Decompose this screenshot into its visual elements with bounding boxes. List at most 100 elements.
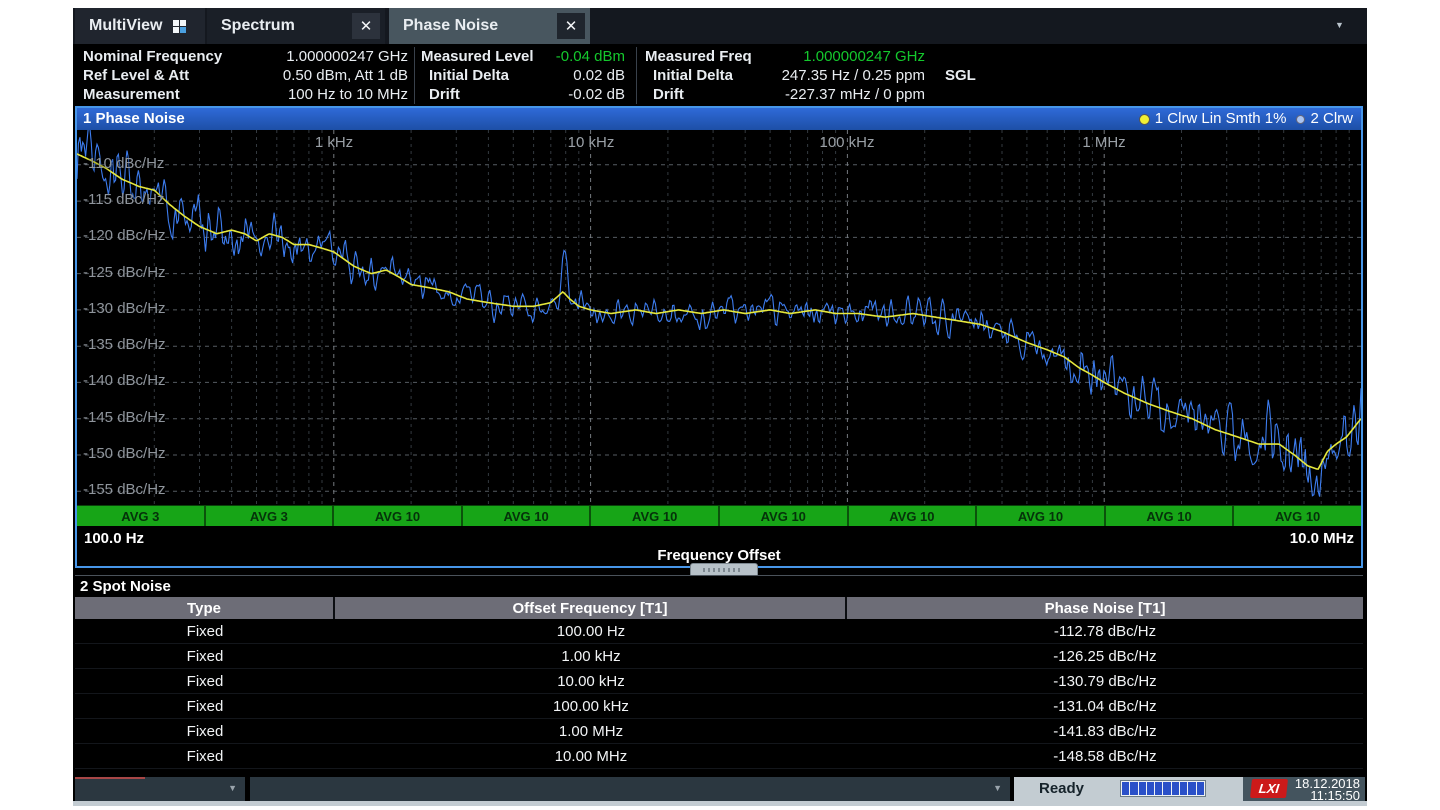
trace-1-label: 1 Clrw Lin Smth 1% (1155, 108, 1287, 130)
spot-noise-table-cell: 100.00 Hz (335, 619, 847, 643)
spot-noise-table-cell: Fixed (75, 694, 335, 718)
y-axis-label: -130 dBc/Hz (83, 300, 166, 317)
spot-noise-table-cell: -148.58 dBc/Hz (847, 744, 1363, 768)
single-sweep-badge: SGL (945, 66, 976, 85)
tab-phase-noise[interactable]: Phase Noise ✕ (389, 8, 590, 44)
phase-noise-window: 1 Phase Noise 1 Clrw Lin Smth 1% 2 Clrw … (75, 106, 1363, 568)
spot-noise-table-body: Fixed100.00 Hz-112.78 dBc/HzFixed1.00 kH… (75, 619, 1363, 769)
spot-noise-table-row[interactable]: Fixed10.00 kHz-130.79 dBc/Hz (75, 669, 1363, 694)
phase-noise-plot-svg (77, 130, 1361, 505)
phase-noise-window-titlebar[interactable]: 1 Phase Noise 1 Clrw Lin Smth 1% 2 Clrw (77, 108, 1361, 130)
x-decade-label: 100 kHz (819, 134, 874, 151)
ready-status-text: Ready (1039, 780, 1084, 797)
y-axis-label: -115 dBc/Hz (83, 191, 164, 208)
legend-trace-1[interactable]: 1 Clrw Lin Smth 1% (1139, 108, 1287, 130)
spot-noise-table-row[interactable]: Fixed10.00 MHz-148.58 dBc/Hz (75, 744, 1363, 769)
legend-trace-2[interactable]: 2 Clrw (1296, 108, 1353, 130)
status-left-dropdown-icon[interactable]: ▼ (228, 784, 237, 793)
tab-spectrum-label: Spectrum (221, 17, 295, 35)
lxi-logo-icon: LXI (1250, 779, 1288, 798)
spot-noise-window: 2 Spot Noise Type Offset Frequency [T1] … (75, 575, 1363, 770)
measurement-header: Nominal Frequency 1.000000247 GHz Ref Le… (73, 45, 1367, 105)
avg-segment: AVG 10 (463, 506, 592, 526)
trace-2-marker-icon (1296, 115, 1305, 124)
trace-2-label: 2 Clrw (1310, 108, 1353, 130)
freq-initial-delta-value: 247.35 Hz / 0.25 ppm (653, 66, 925, 85)
status-datetime-section: LXI 18.12.2018 11:15:50 (1243, 777, 1365, 801)
y-axis-label: -140 dBc/Hz (83, 372, 166, 389)
time-value: 11:15:50 (1295, 790, 1360, 802)
spot-noise-table-cell: -131.04 dBc/Hz (847, 694, 1363, 718)
measured-level-value: -0.04 dBm (421, 47, 625, 66)
y-axis-label: -135 dBc/Hz (83, 336, 166, 353)
x-axis-footer: 100.0 Hz 10.0 MHz Frequency Offset (77, 526, 1361, 564)
sweep-progress-bar (1120, 780, 1206, 797)
progress-segment (1139, 782, 1146, 795)
x-axis-stop-value: 10.0 MHz (1290, 530, 1354, 547)
trace-2-clrw (77, 130, 1361, 497)
header-separator (414, 47, 415, 104)
spot-noise-table-row[interactable]: Fixed100.00 Hz-112.78 dBc/Hz (75, 619, 1363, 644)
instrument-screen: MultiView Spectrum ✕ Phase Noise ✕ ▼ Nom… (73, 8, 1367, 806)
y-axis-label: -110 dBc/Hz (83, 155, 164, 172)
tab-spectrum[interactable]: Spectrum ✕ (207, 8, 385, 44)
progress-segment (1122, 782, 1129, 795)
freq-drift-value: -227.37 mHz / 0 ppm (653, 85, 925, 104)
y-axis-label: -145 dBc/Hz (83, 409, 166, 426)
spot-noise-table-row[interactable]: Fixed100.00 kHz-131.04 dBc/Hz (75, 694, 1363, 719)
x-decade-label: 1 MHz (1082, 134, 1125, 151)
status-dropdown-left[interactable]: ▼ (75, 777, 245, 801)
x-axis-title: Frequency Offset (77, 547, 1361, 564)
status-red-indicator (75, 777, 145, 779)
avg-segment: AVG 10 (977, 506, 1106, 526)
spot-noise-table-cell: Fixed (75, 619, 335, 643)
spot-noise-table-cell: Fixed (75, 669, 335, 693)
ref-level-att-value: 0.50 dBm, Att 1 dB (83, 66, 408, 85)
measurement-range-value: 100 Hz to 10 MHz (83, 85, 408, 104)
trace-legend: 1 Clrw Lin Smth 1% 2 Clrw (1139, 108, 1353, 130)
y-axis-label: -120 dBc/Hz (83, 227, 166, 244)
x-axis-start-value: 100.0 Hz (84, 530, 144, 547)
close-tab-spectrum-icon[interactable]: ✕ (352, 13, 380, 39)
header-separator (636, 47, 637, 104)
tab-bar: MultiView Spectrum ✕ Phase Noise ✕ ▼ (73, 8, 1367, 44)
column-header-phase-noise: Phase Noise [T1] (847, 597, 1363, 619)
status-message-dropdown-icon[interactable]: ▼ (993, 784, 1002, 793)
trace-1-marker-icon (1139, 114, 1150, 125)
level-drift-value: -0.02 dB (429, 85, 625, 104)
status-bar-bottom-strip (73, 801, 1367, 806)
avg-segment: AVG 10 (849, 506, 978, 526)
y-axis-label: -150 dBc/Hz (83, 445, 166, 462)
y-axis-label: -125 dBc/Hz (83, 264, 166, 281)
nominal-frequency-value: 1.000000247 GHz (83, 47, 408, 66)
spot-noise-table-cell: -130.79 dBc/Hz (847, 669, 1363, 693)
spot-noise-table-cell: -126.25 dBc/Hz (847, 644, 1363, 668)
spot-noise-table-cell: 1.00 kHz (335, 644, 847, 668)
phase-noise-window-title: 1 Phase Noise (83, 108, 185, 130)
progress-segment (1172, 782, 1179, 795)
spot-noise-table-cell: Fixed (75, 719, 335, 743)
progress-segment (1180, 782, 1187, 795)
spot-noise-table-cell: Fixed (75, 644, 335, 668)
spot-noise-table-header: Type Offset Frequency [T1] Phase Noise [… (75, 597, 1363, 619)
avg-segment: AVG 10 (591, 506, 720, 526)
column-header-offset-frequency: Offset Frequency [T1] (335, 597, 847, 619)
spot-noise-table-row[interactable]: Fixed1.00 MHz-141.83 dBc/Hz (75, 719, 1363, 744)
spot-noise-table-cell: 10.00 kHz (335, 669, 847, 693)
avg-segment: AVG 3 (206, 506, 335, 526)
tabbar-dropdown-icon[interactable]: ▼ (1335, 21, 1344, 30)
spot-noise-table-row[interactable]: Fixed1.00 kHz-126.25 dBc/Hz (75, 644, 1363, 669)
progress-segment (1147, 782, 1154, 795)
x-decade-label: 1 kHz (315, 134, 353, 151)
spot-noise-table-cell: 1.00 MHz (335, 719, 847, 743)
close-tab-phase-noise-icon[interactable]: ✕ (557, 13, 585, 39)
spot-noise-table-cell: -141.83 dBc/Hz (847, 719, 1363, 743)
spot-noise-window-title: 2 Spot Noise (75, 576, 1363, 597)
avg-segment: AVG 10 (334, 506, 463, 526)
avg-segment: AVG 10 (1106, 506, 1235, 526)
level-initial-delta-value: 0.02 dB (429, 66, 625, 85)
spot-noise-table-cell: -112.78 dBc/Hz (847, 619, 1363, 643)
status-message-field[interactable]: ▼ (250, 777, 1010, 801)
phase-noise-plot-area[interactable]: -110 dBc/Hz -115 dBc/Hz -120 dBc/Hz -125 dB… (77, 130, 1361, 505)
tab-multiview[interactable]: MultiView (75, 8, 205, 44)
